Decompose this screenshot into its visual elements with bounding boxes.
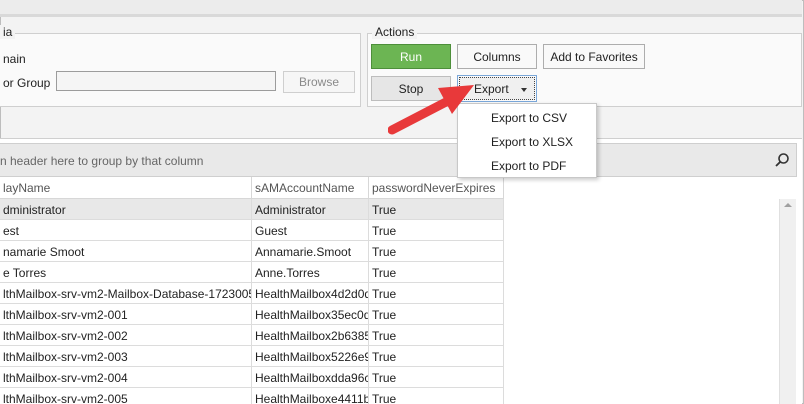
search-icon[interactable] xyxy=(774,152,790,168)
column-header-displayname[interactable]: layName xyxy=(0,177,252,199)
cell-displayname[interactable]: lthMailbox-srv-vm2-003 xyxy=(0,346,252,367)
cell-displayname[interactable]: lthMailbox-srv-vm2-005 xyxy=(0,388,252,404)
cell-passwordneverexpires[interactable]: True xyxy=(369,388,504,404)
table-row[interactable]: lthMailbox-srv-vm2-003 HealthMailbox5226e… xyxy=(0,346,504,367)
criteria-group xyxy=(0,33,361,107)
cell-passwordneverexpires[interactable]: True xyxy=(369,262,504,283)
menu-item-export-pdf[interactable]: Export to PDF xyxy=(458,152,596,176)
cell-samaccountname[interactable]: HealthMailbox4d2d0d8 xyxy=(252,283,369,304)
criteria-group-title: ia xyxy=(0,25,16,39)
cell-passwordneverexpires[interactable]: True xyxy=(369,283,504,304)
cell-samaccountname[interactable]: HealthMailboxe4411ba xyxy=(252,388,369,404)
annotation-arrow-icon xyxy=(388,85,474,135)
top-strip xyxy=(0,0,802,17)
table-row[interactable]: lthMailbox-srv-vm2-001 HealthMailbox35ec0… xyxy=(0,304,504,325)
cell-displayname[interactable]: lthMailbox-srv-vm2-002 xyxy=(0,325,252,346)
cell-samaccountname[interactable]: Administrator xyxy=(252,199,369,220)
cell-displayname[interactable]: dministrator xyxy=(0,199,252,220)
table-row[interactable]: est Guest True xyxy=(0,220,504,241)
cell-samaccountname[interactable]: HealthMailbox35ec0d7 xyxy=(252,304,369,325)
cell-displayname[interactable]: e Torres xyxy=(0,262,252,283)
column-header-samaccountname[interactable]: sAMAccountName xyxy=(252,177,369,199)
user-group-label: or Group xyxy=(3,76,51,90)
group-by-panel: n header here to group by that column xyxy=(0,143,797,177)
table-row[interactable]: dministrator Administrator True xyxy=(0,199,504,220)
cell-samaccountname[interactable]: Guest xyxy=(252,220,369,241)
domain-label: nain xyxy=(3,52,26,66)
table-row[interactable]: namarie Smoot Annamarie.Smoot True xyxy=(0,241,504,262)
cell-samaccountname[interactable]: Anne.Torres xyxy=(252,262,369,283)
cell-displayname[interactable]: lthMailbox-srv-vm2-001 xyxy=(0,304,252,325)
group-by-hint: n header here to group by that column xyxy=(0,154,204,168)
cell-displayname[interactable]: lthMailbox-srv-vm2-004 xyxy=(0,367,252,388)
cell-samaccountname[interactable]: Annamarie.Smoot xyxy=(252,241,369,262)
table-row[interactable]: lthMailbox-srv-vm2-002 HealthMailbox2b638… xyxy=(0,325,504,346)
columns-button[interactable]: Columns xyxy=(457,44,537,69)
cell-passwordneverexpires[interactable]: True xyxy=(369,367,504,388)
user-group-input[interactable] xyxy=(56,71,276,91)
cell-passwordneverexpires[interactable]: True xyxy=(369,346,504,367)
cell-samaccountname[interactable]: HealthMailbox2b63858 xyxy=(252,325,369,346)
table-row[interactable]: e Torres Anne.Torres True xyxy=(0,262,504,283)
actions-group-title: Actions xyxy=(372,25,418,39)
chevron-down-icon xyxy=(521,88,527,92)
cell-passwordneverexpires[interactable]: True xyxy=(369,304,504,325)
table-row[interactable]: lthMailbox-srv-vm2-005 HealthMailboxe4411… xyxy=(0,388,504,404)
cell-displayname[interactable]: lthMailbox-srv-vm2-Mailbox-Database-1723… xyxy=(0,283,252,304)
run-button[interactable]: Run xyxy=(371,44,451,69)
table-row[interactable]: lthMailbox-srv-vm2-Mailbox-Database-1723… xyxy=(0,283,504,304)
cell-samaccountname[interactable]: HealthMailboxdda96c4 xyxy=(252,367,369,388)
table-row[interactable]: lthMailbox-srv-vm2-004 HealthMailboxdda96… xyxy=(0,367,504,388)
cell-displayname[interactable]: namarie Smoot xyxy=(0,241,252,262)
cell-passwordneverexpires[interactable]: True xyxy=(369,220,504,241)
cell-passwordneverexpires[interactable]: True xyxy=(369,325,504,346)
vertical-scrollbar[interactable] xyxy=(779,199,796,404)
browse-button[interactable]: Browse xyxy=(283,71,355,93)
cell-displayname[interactable]: est xyxy=(0,220,252,241)
add-to-favorites-button[interactable]: Add to Favorites xyxy=(543,44,645,69)
cell-passwordneverexpires[interactable]: True xyxy=(369,241,504,262)
column-header-passwordneverexpires[interactable]: passwordNeverExpires xyxy=(369,177,504,199)
scroll-up-icon[interactable] xyxy=(784,203,792,207)
cell-passwordneverexpires[interactable]: True xyxy=(369,199,504,220)
cell-samaccountname[interactable]: HealthMailbox5226e9f xyxy=(252,346,369,367)
